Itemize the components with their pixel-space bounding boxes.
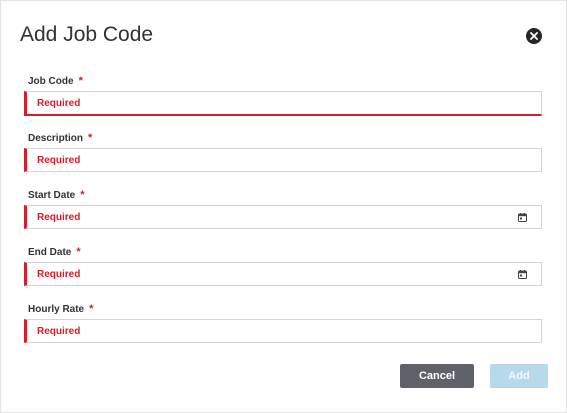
end-date-label: End Date * [28, 246, 81, 258]
hourly-rate-label-text: Hourly Rate [28, 304, 85, 315]
end-date-label-text: End Date [28, 247, 72, 258]
dialog-title: Add Job Code [20, 23, 154, 46]
cancel-button[interactable]: Cancel [400, 364, 474, 388]
job-code-label: Job Code * [28, 75, 83, 87]
job-code-input[interactable] [37, 92, 497, 114]
calendar-icon[interactable] [518, 270, 527, 279]
description-label: Description * [28, 132, 92, 144]
start-date-input[interactable] [37, 206, 497, 228]
start-date-label-text: Start Date [28, 190, 76, 201]
end-date-field[interactable] [24, 262, 542, 286]
description-field[interactable] [24, 148, 542, 172]
required-mark: * [88, 132, 93, 144]
job-code-label-text: Job Code [28, 76, 74, 87]
required-mark: * [80, 189, 85, 201]
hourly-rate-input[interactable] [37, 320, 497, 342]
start-date-label: Start Date * [28, 189, 85, 201]
close-icon[interactable] [526, 28, 542, 44]
required-mark: * [78, 75, 83, 87]
job-code-field[interactable] [24, 91, 542, 116]
required-mark: * [89, 303, 94, 315]
end-date-input[interactable] [37, 263, 497, 285]
required-mark: * [76, 246, 81, 258]
description-label-text: Description [28, 133, 84, 144]
start-date-field[interactable] [24, 205, 542, 229]
calendar-icon[interactable] [518, 213, 527, 222]
hourly-rate-field[interactable] [24, 319, 542, 343]
add-button[interactable]: Add [490, 364, 548, 388]
hourly-rate-label: Hourly Rate * [28, 303, 93, 315]
description-input[interactable] [37, 149, 497, 171]
add-job-code-dialog: Add Job Code Job Code * Description * Star… [0, 0, 567, 413]
